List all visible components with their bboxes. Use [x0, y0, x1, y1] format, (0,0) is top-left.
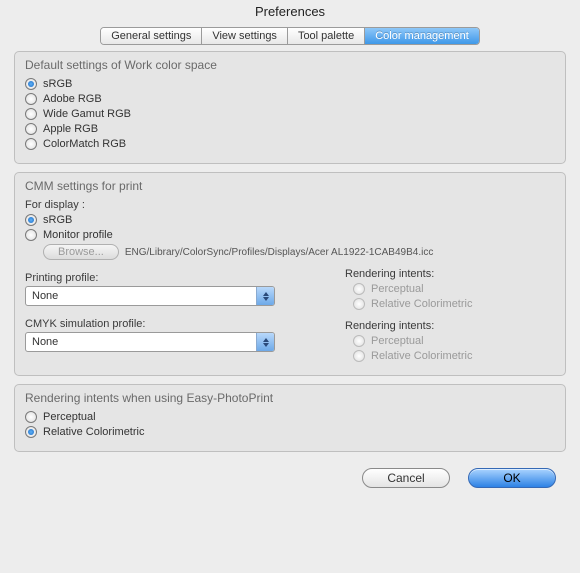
radio-label: Apple RGB	[43, 123, 98, 135]
tab-view[interactable]: View settings	[202, 28, 288, 44]
group-title: Rendering intents when using Easy-PhotoP…	[25, 391, 555, 405]
group-work-color-space: Default settings of Work color space sRG…	[14, 51, 566, 164]
group-cmm-settings: CMM settings for print For display : sRG…	[14, 172, 566, 376]
radio-perceptual-cmyk	[353, 335, 365, 347]
radio-label: Perceptual	[43, 411, 96, 423]
dropdown-value: None	[26, 336, 256, 348]
radio-relative-colorimetric-print	[353, 298, 365, 310]
tab-tool-palette[interactable]: Tool palette	[288, 28, 365, 44]
printing-profile-dropdown[interactable]: None	[25, 286, 275, 306]
cancel-button[interactable]: Cancel	[362, 468, 450, 488]
radio-label: ColorMatch RGB	[43, 138, 126, 150]
radio-label: Relative Colorimetric	[43, 426, 144, 438]
group-easy-photoprint: Rendering intents when using Easy-PhotoP…	[14, 384, 566, 452]
radio-apple-rgb[interactable]	[25, 123, 37, 135]
radio-display-monitor-profile[interactable]	[25, 229, 37, 241]
radio-adobe-rgb[interactable]	[25, 93, 37, 105]
radio-label: sRGB	[43, 78, 72, 90]
rendering-intents-label: Rendering intents:	[345, 320, 555, 332]
group-title: Default settings of Work color space	[25, 58, 555, 72]
radio-label: Wide Gamut RGB	[43, 108, 131, 120]
group-title: CMM settings for print	[25, 179, 555, 193]
radio-ep-relative-colorimetric[interactable]	[25, 426, 37, 438]
radio-label: Perceptual	[371, 335, 424, 347]
radio-perceptual-print	[353, 283, 365, 295]
browse-button[interactable]: Browse...	[43, 244, 119, 260]
tab-bar: General settings View settings Tool pale…	[0, 27, 580, 45]
radio-wide-gamut-rgb[interactable]	[25, 108, 37, 120]
tab-general[interactable]: General settings	[101, 28, 202, 44]
cmyk-profile-dropdown[interactable]: None	[25, 332, 275, 352]
chevron-updown-icon	[256, 287, 274, 305]
radio-display-srgb[interactable]	[25, 214, 37, 226]
ok-button[interactable]: OK	[468, 468, 556, 488]
radio-label: Perceptual	[371, 283, 424, 295]
tab-color-management[interactable]: Color management	[365, 28, 479, 44]
chevron-updown-icon	[256, 333, 274, 351]
radio-label: Monitor profile	[43, 229, 113, 241]
radio-relative-colorimetric-cmyk	[353, 350, 365, 362]
dialog-footer: Cancel OK	[0, 460, 580, 488]
radio-label: Adobe RGB	[43, 93, 102, 105]
monitor-profile-path: ENG/Library/ColorSync/Profiles/Displays/…	[125, 247, 433, 258]
dropdown-value: None	[26, 290, 256, 302]
radio-label: Relative Colorimetric	[371, 298, 472, 310]
window-title: Preferences	[0, 0, 580, 27]
radio-srgb[interactable]	[25, 78, 37, 90]
radio-label: Relative Colorimetric	[371, 350, 472, 362]
rendering-intents-label: Rendering intents:	[345, 268, 555, 280]
printing-profile-label: Printing profile:	[25, 272, 345, 284]
radio-ep-perceptual[interactable]	[25, 411, 37, 423]
cmyk-profile-label: CMYK simulation profile:	[25, 318, 345, 330]
for-display-label: For display :	[25, 199, 555, 211]
radio-colormatch-rgb[interactable]	[25, 138, 37, 150]
radio-label: sRGB	[43, 214, 72, 226]
